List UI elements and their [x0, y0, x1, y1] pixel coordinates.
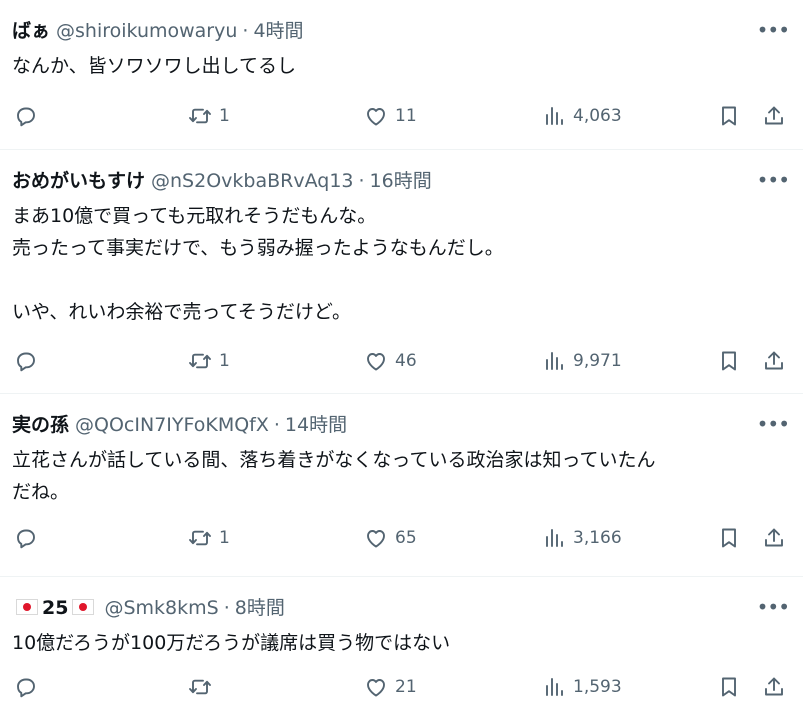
share-icon [765, 528, 783, 547]
share-icon [765, 677, 783, 696]
display-name[interactable]: 実の孫 [12, 412, 69, 438]
separator-dot: · [273, 414, 280, 436]
share-button[interactable] [762, 523, 786, 553]
reply-icon [17, 529, 35, 549]
views-icon [546, 107, 563, 125]
share-button[interactable] [762, 101, 786, 131]
views-count: 3,166 [573, 528, 622, 548]
tweet[interactable]: 実の孫 @QOcIN7IYFoKMQfX · 14時間 ••• 立花さんが話して… [0, 394, 803, 577]
like-count: 21 [395, 677, 417, 697]
more-icon[interactable]: ••• [757, 414, 790, 434]
tweet[interactable]: ばぁ @shiroikumowaryu · 4時間 ••• なんか、皆ソワソワし… [0, 0, 803, 150]
views-count: 4,063 [573, 106, 622, 126]
like-button[interactable]: 46 [364, 346, 417, 376]
reply-icon [17, 678, 35, 698]
action-bar: 1 46 9,971 [0, 346, 803, 376]
tweet-text: なんか、皆ソワソワし出してるし [12, 55, 297, 77]
separator-dot: · [242, 20, 249, 42]
timestamp[interactable]: 4時間 [253, 18, 303, 44]
tweet-text: 10億だろうが100万だろうが議席は買う物ではない [12, 632, 451, 654]
tweet[interactable]: 25 @Smk8kmS · 8時間 ••• 10億だろうが100万だろうが議席は… [0, 577, 803, 715]
action-bar: 21 1,593 [0, 672, 803, 702]
views-icon [546, 529, 563, 547]
separator-dot: · [223, 597, 230, 619]
japan-flag-icon [16, 599, 38, 615]
user-handle[interactable]: @nS2OvkbaBRvAq13 [151, 168, 353, 194]
retweet-button[interactable] [188, 672, 219, 702]
views-icon [546, 678, 563, 696]
bookmark-icon [722, 677, 736, 697]
bookmark-button[interactable] [717, 101, 741, 131]
like-icon [367, 353, 385, 371]
like-count: 46 [395, 351, 417, 371]
reply-feed: ばぁ @shiroikumowaryu · 4時間 ••• なんか、皆ソワソワし… [0, 0, 803, 715]
views-button[interactable]: 3,166 [542, 523, 622, 553]
like-icon [367, 679, 385, 697]
action-bar: 1 11 4,063 [0, 101, 803, 131]
user-handle[interactable]: @Smk8kmS [104, 595, 218, 621]
retweet-icon [189, 353, 211, 369]
share-icon [765, 351, 783, 370]
reply-button[interactable] [14, 101, 45, 131]
share-icon [765, 106, 783, 125]
retweet-button[interactable]: 1 [188, 523, 230, 553]
action-bar: 1 65 3,166 [0, 523, 803, 553]
reply-button[interactable] [14, 523, 45, 553]
retweet-button[interactable]: 1 [188, 346, 230, 376]
display-name[interactable]: ばぁ [12, 18, 50, 44]
user-handle[interactable]: @shiroikumowaryu [56, 18, 237, 44]
bookmark-button[interactable] [717, 346, 741, 376]
share-button[interactable] [762, 672, 786, 702]
like-button[interactable]: 21 [364, 672, 417, 702]
like-count: 11 [395, 106, 417, 126]
more-icon[interactable]: ••• [757, 170, 790, 190]
timestamp[interactable]: 8時間 [235, 595, 285, 621]
like-count: 65 [395, 528, 417, 548]
tweet-header: おめがいもすけ @nS2OvkbaBRvAq13 · 16時間 [12, 168, 791, 194]
bookmark-icon [722, 106, 736, 126]
retweet-icon [189, 530, 211, 546]
views-button[interactable]: 1,593 [542, 672, 622, 702]
retweet-icon [189, 108, 211, 124]
tweet-text: まあ10億で買っても元取れそうだもんな。 売ったって事実だけで、もう弱み握ったよ… [12, 205, 504, 323]
like-button[interactable]: 11 [364, 101, 417, 131]
more-icon[interactable]: ••• [757, 597, 790, 617]
display-name[interactable]: 25 [12, 595, 98, 621]
tweet-header: 実の孫 @QOcIN7IYFoKMQfX · 14時間 [12, 412, 791, 438]
japan-flag-icon [72, 599, 95, 615]
views-icon [546, 352, 563, 370]
tweet-text: 立花さんが話している間、落ち着きがなくなっている政治家は知っていたん だね。 [12, 449, 656, 503]
separator-dot: · [358, 170, 365, 192]
like-button[interactable]: 65 [364, 523, 417, 553]
bookmark-button[interactable] [717, 523, 741, 553]
retweet-icon [189, 679, 211, 695]
like-icon [367, 108, 385, 126]
retweet-count: 1 [219, 351, 230, 371]
tweet-header: ばぁ @shiroikumowaryu · 4時間 [12, 18, 791, 44]
tweet[interactable]: おめがいもすけ @nS2OvkbaBRvAq13 · 16時間 ••• まあ10… [0, 150, 803, 394]
display-name[interactable]: おめがいもすけ [12, 168, 145, 194]
more-icon[interactable]: ••• [757, 20, 790, 40]
retweet-button[interactable]: 1 [188, 101, 230, 131]
retweet-count: 1 [219, 528, 230, 548]
share-button[interactable] [762, 346, 786, 376]
bookmark-button[interactable] [717, 672, 741, 702]
like-icon [367, 530, 385, 548]
bookmark-icon [722, 528, 736, 548]
views-count: 9,971 [573, 351, 622, 371]
reply-button[interactable] [14, 346, 45, 376]
reply-icon [17, 352, 35, 372]
bookmark-icon [722, 351, 736, 371]
views-button[interactable]: 9,971 [542, 346, 622, 376]
timestamp[interactable]: 16時間 [370, 168, 432, 194]
display-name-text: 25 [42, 597, 69, 619]
views-count: 1,593 [573, 677, 622, 697]
retweet-count: 1 [219, 106, 230, 126]
reply-icon [17, 107, 35, 127]
tweet-header: 25 @Smk8kmS · 8時間 [12, 595, 791, 621]
user-handle[interactable]: @QOcIN7IYFoKMQfX [75, 412, 269, 438]
reply-button[interactable] [14, 672, 45, 702]
views-button[interactable]: 4,063 [542, 101, 622, 131]
timestamp[interactable]: 14時間 [285, 412, 347, 438]
